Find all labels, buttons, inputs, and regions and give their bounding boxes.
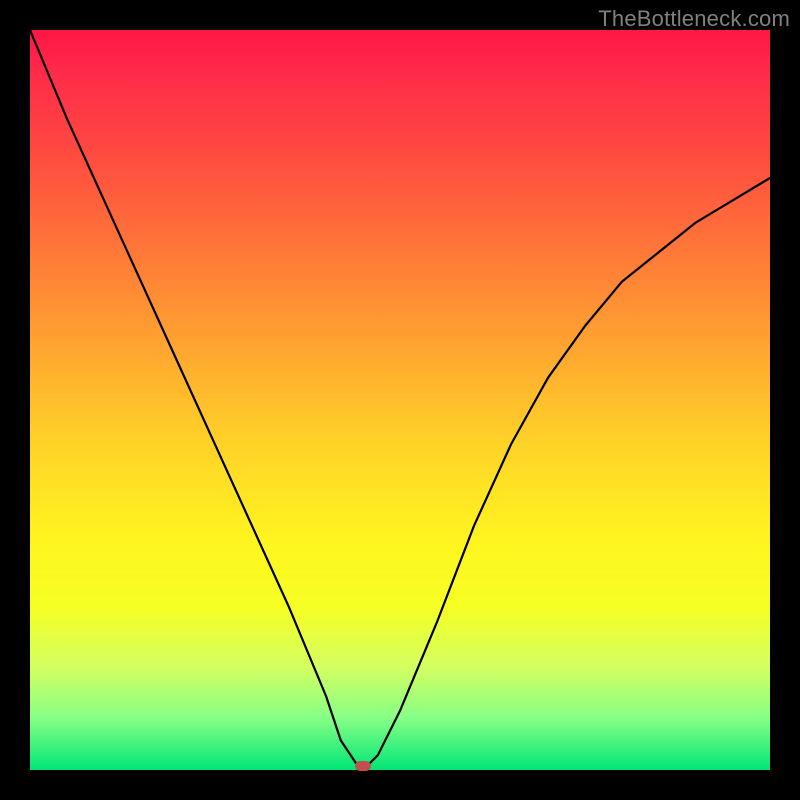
bottleneck-curve [30, 30, 770, 770]
optimal-point-marker [355, 761, 371, 771]
watermark-text: TheBottleneck.com [598, 6, 790, 32]
chart-plot-area [30, 30, 770, 770]
